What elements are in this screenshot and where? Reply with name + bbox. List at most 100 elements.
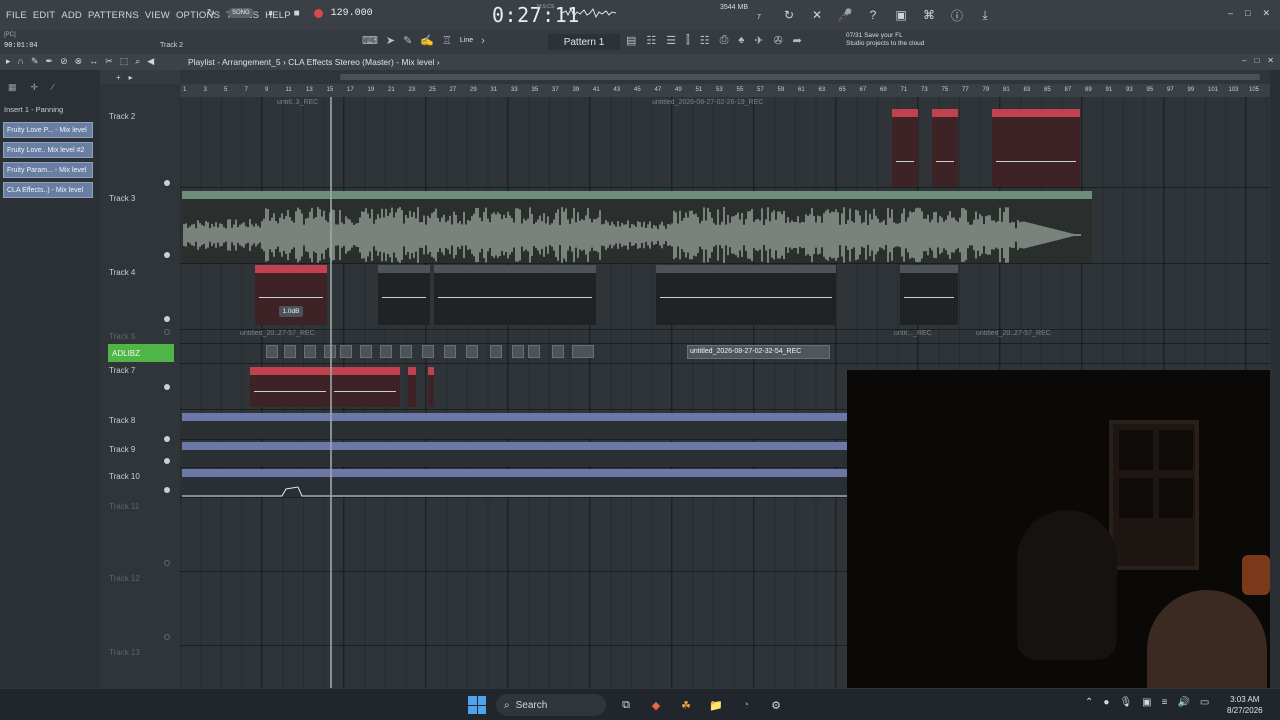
audio-clip[interactable]: untitled_2026-08-27-02-31-22_REC (656, 265, 836, 325)
track-header[interactable]: Track 7 (100, 366, 178, 375)
menu-patterns[interactable]: PATTERNS (88, 10, 139, 21)
step-sequencer-icon[interactable]: ☷ (646, 34, 656, 47)
script-icon[interactable]: ✇ (773, 34, 782, 47)
ghost-clip[interactable]: untitled_20..27-57_REC (974, 330, 1064, 338)
overview-thumb[interactable] (340, 74, 1260, 80)
audio-clip[interactable]: untitled_20..48-49_REC (992, 109, 1080, 187)
minimize-icon[interactable]: – (1228, 8, 1233, 19)
track-header[interactable]: Track 12 (100, 574, 178, 583)
adlib-clip-block[interactable] (490, 345, 502, 358)
playlist-maximize-icon[interactable]: □ (1254, 56, 1259, 65)
menu-edit[interactable]: EDIT (33, 10, 55, 21)
windows-start-icon[interactable] (468, 696, 486, 714)
adlib-clip-block[interactable] (360, 345, 372, 358)
draw-tool-icon[interactable]: ✎ (31, 56, 39, 67)
stop-icon[interactable]: ■ (288, 4, 306, 22)
close-icon[interactable]: ✕ (1262, 8, 1270, 19)
help-icon[interactable]: ? (864, 6, 882, 24)
adlib-clip-block[interactable] (572, 345, 594, 358)
pencil-icon[interactable]: ✎ (403, 34, 412, 47)
automation-clip[interactable]: Fruity Parametric EQ 2 (Master) - Mix le… (182, 442, 847, 466)
browser-icon[interactable]: ⎙ (720, 34, 729, 47)
track-enable-led[interactable] (164, 436, 170, 442)
automation-clip[interactable]: CLA Effects Stereo (Master) - Mix level (182, 469, 847, 497)
mixer-icon[interactable]: ✕ (808, 6, 826, 24)
adlib-clip-block[interactable] (466, 345, 478, 358)
channel-rack-icon[interactable]: ☷ (700, 34, 710, 47)
adlib-clip-block[interactable] (340, 345, 352, 358)
track-enable-led[interactable] (164, 316, 170, 322)
track-header[interactable]: Track 13 (100, 648, 178, 657)
audio-clip[interactable] (428, 367, 434, 407)
arrow-icon[interactable]: ▸ (6, 56, 11, 67)
magnet-icon[interactable]: ∩ (18, 56, 24, 67)
piano-roll-icon[interactable]: ☰ (666, 34, 676, 47)
task-view-icon[interactable]: ⧉ (616, 695, 636, 715)
slice-tool-icon[interactable]: ✂ (105, 56, 113, 67)
battery-icon[interactable]: ▭ (1200, 697, 1209, 708)
audio-clip[interactable]: un.. (932, 109, 958, 187)
settings-icon[interactable]: ⚙ (766, 695, 786, 715)
step-icon[interactable]: ▸ (129, 73, 133, 82)
zoom-tool-icon[interactable]: ⌕ (135, 56, 140, 67)
ghost-clip[interactable]: untitl..3_REC (275, 99, 345, 107)
audio-clip[interactable]: until..8_REC (378, 265, 430, 325)
clip-source-item[interactable]: Fruity Param... - Mix level (3, 162, 93, 178)
plugin-icon[interactable]: ⌘ (920, 6, 938, 24)
track-header[interactable]: Track 9 (100, 445, 178, 454)
audio-clip-beat[interactable]: [FREE] Future Type Beat - GUESSED IT (182, 191, 1092, 263)
clip-source-item[interactable]: CLA Effects..) - Mix level (3, 182, 93, 198)
clip-source-item[interactable]: Fruity Love P... - Mix level (3, 122, 93, 138)
ghost-clip[interactable]: untit..._REC (892, 330, 952, 338)
ghost-clip[interactable]: untitled_20..27-57_REC (238, 330, 328, 338)
track-enable-led[interactable] (164, 252, 170, 258)
menu-file[interactable]: FILE (6, 10, 27, 21)
playlist-minimize-icon[interactable]: – (1242, 56, 1246, 65)
adlib-clip-block[interactable] (284, 345, 296, 358)
tray-app-icon[interactable]: ● (1103, 697, 1109, 708)
keyboard-icon[interactable]: ⌨ (362, 34, 378, 47)
menu-view[interactable]: VIEW (145, 10, 170, 21)
snap-mode-label[interactable]: Line (460, 37, 473, 44)
mixer-window-icon[interactable]: ⫿ (686, 34, 690, 47)
audio-clip[interactable]: untitled_2026-08-27-02-17-06_REC (434, 265, 596, 325)
track-enable-led[interactable] (164, 487, 170, 493)
brush-icon[interactable]: ✍ (420, 34, 434, 47)
track-enable-led[interactable] (164, 458, 170, 464)
timeline-ruler[interactable]: 1 3 5 7 9 11 13 15 17 19 21 23 25 27 29 31 33 35 37 39 41 43 4… (180, 84, 1270, 97)
audio-clip[interactable] (408, 367, 416, 407)
ghost-clip[interactable]: untitled_2026-08-27-02-26-19_REC (650, 99, 850, 107)
tempo-tap-icon[interactable]: ✈ (754, 34, 763, 47)
track-header[interactable]: Track 11 (100, 502, 178, 511)
taskbar-search[interactable]: ⌕ Search (496, 694, 606, 716)
maximize-icon[interactable]: □ (1245, 8, 1250, 19)
playlist-close-icon[interactable]: ✕ (1267, 56, 1274, 65)
mute-tool-icon[interactable]: ⊗ (75, 56, 83, 67)
network-icon[interactable]: ▣ (1142, 697, 1151, 708)
track-enable-led[interactable] (164, 180, 170, 186)
select-tool-icon[interactable]: ⬚ (120, 56, 129, 67)
fl-studio-icon[interactable]: ☘ (676, 695, 696, 715)
adlib-clip-block[interactable] (512, 345, 524, 358)
download-icon[interactable]: ⤓ (976, 6, 994, 24)
adlib-clip-block[interactable] (422, 345, 434, 358)
adlib-clip-block[interactable] (400, 345, 412, 358)
playlist-icon[interactable]: ▤ (626, 34, 636, 47)
playback-tool-icon[interactable]: ◀ (147, 56, 154, 67)
audio-clip[interactable]: untitled_20..50-53_REC (250, 367, 330, 407)
playhead[interactable] (330, 97, 332, 688)
track-enable-led[interactable] (164, 329, 170, 335)
grid-icon[interactable]: ▦ (8, 82, 17, 93)
adlib-clip-block[interactable] (380, 345, 392, 358)
plugin-picker-icon[interactable]: ♠ (738, 34, 744, 47)
adlib-clip-block[interactable] (266, 345, 278, 358)
wifi-icon[interactable]: ≡ (1162, 697, 1168, 708)
mic-tray-icon[interactable]: 🎙 (1119, 697, 1132, 708)
info-icon[interactable]: ⓘ (948, 6, 966, 24)
add-track-icon[interactable]: + (116, 73, 121, 82)
paint-tool-icon[interactable]: ✒ (46, 56, 54, 67)
loop-icon[interactable]: ↻ (202, 4, 220, 22)
tempo-display[interactable]: 129.000 (331, 8, 373, 19)
slip-tool-icon[interactable]: ↔ (89, 56, 98, 67)
cursor-icon[interactable]: ➦ (793, 34, 802, 47)
